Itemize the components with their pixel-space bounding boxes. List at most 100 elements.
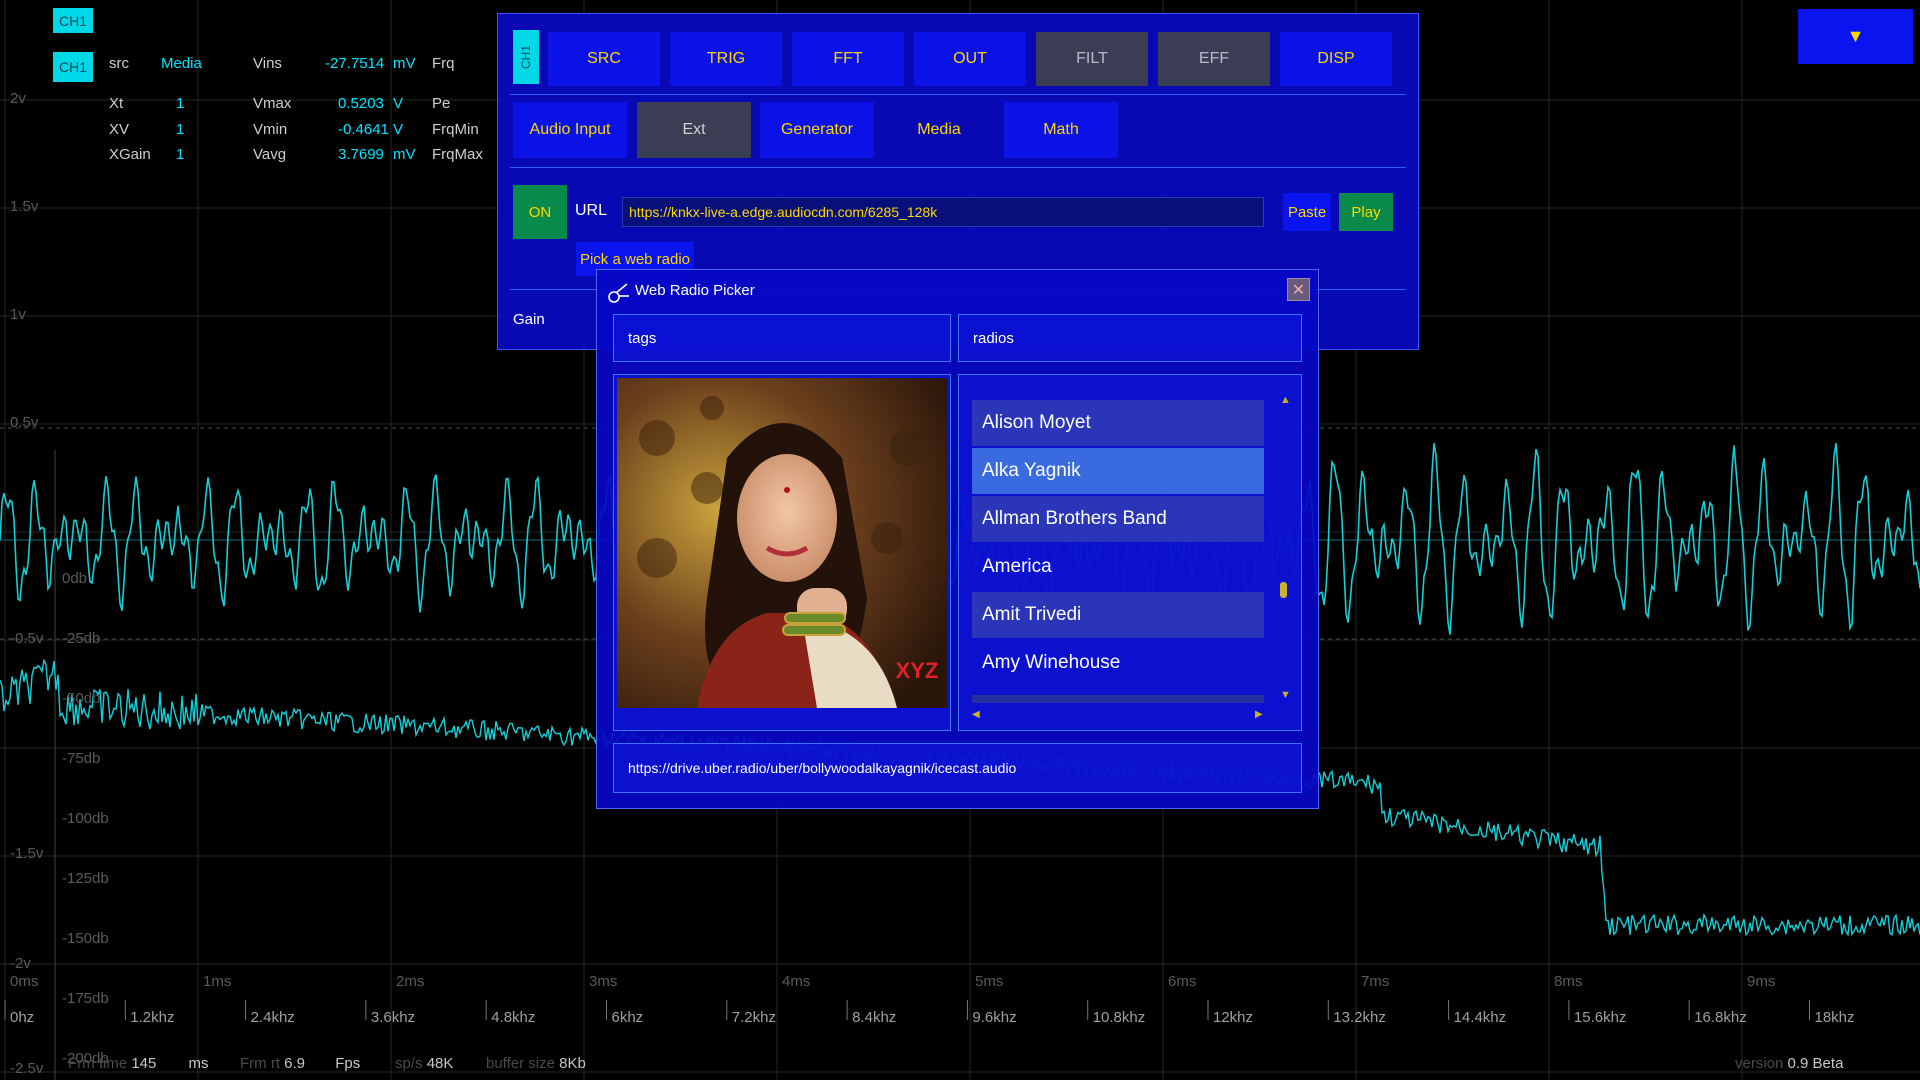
version-info: version 0.9 Beta (1735, 1055, 1844, 1072)
radio-list-item-selected[interactable]: Alka Yagnik (972, 448, 1264, 494)
radio-list-item[interactable]: Allman Brothers Band (972, 496, 1264, 542)
volt-axis-label: -1.5v (10, 845, 44, 862)
url-label: URL (575, 202, 608, 219)
source-media-button[interactable]: Media (882, 102, 996, 158)
source-audio-input-button[interactable]: Audio Input (513, 102, 627, 158)
volt-axis-label: -2.5v (10, 1060, 44, 1077)
close-button[interactable]: ✕ (1287, 278, 1310, 301)
vertical-scrollbar-thumb[interactable] (1280, 582, 1287, 598)
frame-rate: Frm rt 6.9 Fps (240, 1055, 361, 1072)
radio-list-item[interactable]: Amy Winehouse (972, 640, 1264, 686)
frequency-axis-label: 13.2khz (1333, 1009, 1386, 1026)
tab-disp[interactable]: DISP (1280, 32, 1392, 86)
time-axis-label: 0ms (10, 973, 39, 990)
db-axis-label: -175db (62, 990, 109, 1007)
measure-label: Vins (253, 55, 282, 72)
time-axis-label: 5ms (975, 973, 1004, 990)
db-axis-label: -25db (62, 630, 101, 647)
radio-artwork-frame: XYZ (613, 374, 951, 731)
url-input[interactable]: https://knkx-live-a.edge.audiocdn.com/62… (622, 197, 1264, 227)
radio-list-item[interactable]: Amit Trivedi (972, 592, 1264, 638)
radio-list-item[interactable]: Alison Moyet (972, 400, 1264, 446)
divider (510, 167, 1406, 168)
antenna-icon (608, 283, 629, 303)
scroll-right-icon[interactable]: ▶ (1255, 709, 1263, 720)
stream-url-field[interactable]: https://drive.uber.radio/uber/bollywooda… (613, 743, 1302, 793)
frequency-axis-label: 1.2khz (130, 1009, 175, 1026)
frequency-axis-label: 3.6khz (370, 1009, 416, 1026)
measure-label: Pe (432, 95, 451, 112)
frame-time: Frm time 145 ms (68, 1055, 209, 1072)
db-axis-label: 0db (62, 570, 88, 587)
frequency-axis-label: 6khz (611, 1009, 644, 1026)
scroll-up-icon[interactable]: ▲ (1280, 394, 1291, 406)
tab-eff[interactable]: EFF (1158, 32, 1270, 86)
volt-axis-label: 1.5v (10, 198, 39, 215)
time-axis-label: 8ms (1554, 973, 1583, 990)
chevron-down-icon: ▼ (1846, 26, 1865, 46)
tab-src[interactable]: SRC (548, 32, 660, 86)
frequency-axis-label: 16.8khz (1694, 1009, 1747, 1026)
buffer-size: buffer size 8Kb (486, 1055, 586, 1072)
radios-label: radios (973, 330, 1014, 347)
frequency-axis-label: 18khz (1814, 1009, 1855, 1026)
volt-axis-label: 2v (10, 90, 26, 107)
radio-list-frame: Alison Moyet Alka Yagnik Allman Brothers B… (958, 374, 1302, 731)
horizontal-scrollbar[interactable] (972, 695, 1264, 703)
on-toggle[interactable]: ON (513, 185, 567, 239)
stream-url-text: https://drive.uber.radio/uber/bollywooda… (628, 760, 1017, 776)
close-icon: ✕ (1291, 281, 1306, 299)
frequency-axis-label: 9.6khz (972, 1009, 1017, 1026)
db-axis-label: -150db (62, 930, 109, 947)
time-axis-label: 1ms (203, 973, 232, 990)
tags-selector[interactable]: tags (613, 314, 951, 362)
volt-axis-label: 0.5v (10, 414, 39, 431)
measure-value: 0.5203 (338, 95, 384, 112)
time-axis-label: 2ms (396, 973, 425, 990)
measure-value: -27.7514 (325, 55, 385, 72)
source-generator-button[interactable]: Generator (760, 102, 874, 158)
channel-1-label[interactable]: CH1 (53, 52, 93, 82)
frequency-axis-label: 7.2khz (731, 1009, 776, 1026)
db-axis-label: -100db (62, 810, 109, 827)
time-axis-label: 4ms (782, 973, 811, 990)
source-ext-button[interactable]: Ext (637, 102, 751, 158)
radio-list-item[interactable]: America (972, 544, 1264, 590)
measure-label: Vmin (253, 121, 288, 138)
db-axis-label: -50db (62, 690, 101, 707)
tab-trig[interactable]: TRIG (670, 32, 782, 86)
sample-rate: sp/s 48K (395, 1055, 454, 1072)
radios-selector[interactable]: radios (958, 314, 1302, 362)
volt-axis-label: 1v (10, 306, 26, 323)
frequency-axis-label: 0hz (10, 1009, 35, 1026)
measure-value: -0.4641 (338, 121, 389, 138)
gain-label: Gain (513, 311, 545, 328)
measure-label: XGain (109, 146, 151, 163)
channel-tag[interactable]: CH1 (519, 45, 533, 69)
radio-artwork-image: XYZ (617, 378, 947, 708)
tab-fft[interactable]: FFT (792, 32, 904, 86)
tab-filt[interactable]: FILT (1036, 32, 1148, 86)
time-axis-label: 6ms (1168, 973, 1197, 990)
scroll-left-icon[interactable]: ◀ (972, 709, 980, 720)
web-radio-picker-dialog: Web Radio Picker ✕ tags radios XYZ Aliso… (596, 269, 1319, 809)
measure-label: src (109, 55, 129, 72)
measure-label: XV (109, 121, 130, 138)
paste-button[interactable]: Paste (1283, 193, 1331, 231)
measure-label: Frq (432, 55, 455, 72)
play-button[interactable]: Play (1339, 193, 1393, 231)
tab-out[interactable]: OUT (914, 32, 1026, 86)
measure-unit: V (393, 95, 404, 112)
volt-axis-label: -0.5v (10, 630, 44, 647)
channel-1-indicator[interactable]: CH1 (53, 8, 93, 33)
frequency-axis-label: 15.6khz (1573, 1009, 1627, 1026)
source-math-button[interactable]: Math (1004, 102, 1118, 158)
menu-dropdown-button[interactable]: ▼ (1798, 9, 1913, 64)
scroll-down-icon[interactable]: ▼ (1280, 689, 1291, 701)
time-axis-label: 7ms (1361, 973, 1390, 990)
frequency-axis-label: 8.4khz (852, 1009, 897, 1026)
measure-label: Vmax (253, 95, 292, 112)
frequency-axis-label: 2.4khz (250, 1009, 295, 1026)
svg-text:XYZ: XYZ (896, 658, 939, 683)
frequency-axis-label: 12khz (1213, 1009, 1254, 1026)
